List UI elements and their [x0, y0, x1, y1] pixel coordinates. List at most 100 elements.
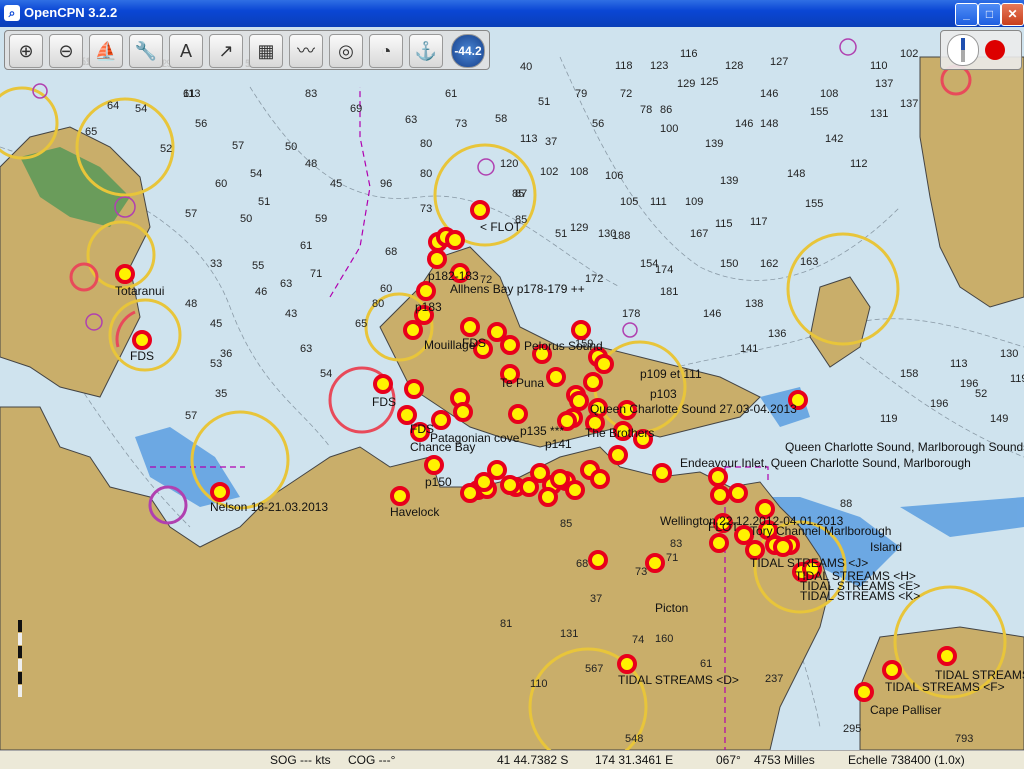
waypoint-marker — [487, 322, 507, 342]
waypoint-marker — [500, 475, 520, 495]
depth-sounding: 106 — [605, 170, 623, 182]
depth-sounding: 793 — [955, 733, 973, 745]
place-label: FDS — [130, 349, 154, 363]
depth-sounding: 96 — [380, 178, 392, 190]
waypoint-marker — [569, 391, 589, 411]
depth-sounding: 60 — [215, 178, 227, 190]
depth-sounding: 125 — [700, 76, 718, 88]
tide-icon[interactable]: ⚓ — [409, 34, 443, 68]
text-icon[interactable]: A — [169, 34, 203, 68]
place-label: Cape Palliser — [870, 703, 941, 717]
depth-sounding: 48 — [185, 298, 197, 310]
depth-sounding: 64 — [107, 100, 119, 112]
depth-sounding: 63 — [280, 278, 292, 290]
depth-sounding: 131 — [560, 628, 578, 640]
depth-sounding: 88 — [840, 498, 852, 510]
depth-sounding: 129 — [570, 222, 588, 234]
settings-icon[interactable]: 🔧 — [129, 34, 163, 68]
depth-sounding: 149 — [990, 413, 1008, 425]
depth-sounding: 109 — [685, 196, 703, 208]
waypoint-marker — [546, 367, 566, 387]
depth-sounding: 50 — [240, 213, 252, 225]
depth-sounding: 142 — [825, 133, 843, 145]
depth-sounding: 119 — [880, 413, 898, 425]
close-button[interactable]: ✕ — [1001, 3, 1024, 26]
depth-sounding: 116 — [680, 48, 698, 60]
depth-sounding: 102 — [540, 166, 558, 178]
depth-sounding: 61 — [700, 658, 712, 670]
depth-sounding: 85 — [560, 518, 572, 530]
depth-sounding: 129 — [677, 78, 695, 90]
track-icon[interactable]: 〰 — [289, 34, 323, 68]
chart-canvas[interactable]: 5952615756576465545254505148456057505961… — [0, 27, 1024, 750]
waypoint-marker — [373, 374, 393, 394]
place-label: p183 — [415, 300, 442, 314]
place-label: TIDAL STREAMS <J> — [750, 556, 868, 570]
depth-sounding: 295 — [843, 723, 861, 735]
minimize-button[interactable]: _ — [955, 3, 978, 26]
depth-sounding: 60 — [380, 283, 392, 295]
depth-sounding: 79 — [575, 88, 587, 100]
depth-sounding: 61 — [300, 240, 312, 252]
depth-sounding: 123 — [650, 60, 668, 72]
ship-icon[interactable]: ⛵ — [89, 34, 123, 68]
route-icon[interactable]: ↗ — [209, 34, 243, 68]
depth-sounding: 111 — [650, 196, 667, 208]
depth-sounding: 48 — [305, 158, 317, 170]
maximize-button[interactable]: □ — [978, 3, 1001, 26]
depth-sounding: 160 — [655, 633, 673, 645]
depth-sounding: 83 — [670, 538, 682, 550]
depth-sounding: 146 — [735, 118, 753, 130]
depth-sounding: 54 — [250, 168, 262, 180]
zoom-out-icon[interactable]: ⊖ — [49, 34, 83, 68]
depth-sounding: 128 — [725, 60, 743, 72]
place-label: TIDAL STREAMS <L> — [935, 668, 1024, 682]
scale-readout: Echelle 738400 (1.0x) — [848, 753, 965, 767]
waypoint-marker — [709, 533, 729, 553]
waypoint-marker — [937, 646, 957, 666]
depth-sounding: 138 — [745, 298, 763, 310]
depth-sounding: 174 — [655, 264, 673, 276]
depth-sounding: 113 — [950, 358, 968, 370]
depth-sounding: 87 — [515, 188, 527, 200]
depth-sounding: 35 — [215, 388, 227, 400]
waypoint-marker — [397, 405, 417, 425]
zoom-in-icon[interactable]: ⊕ — [9, 34, 43, 68]
depth-sounding: 113 — [520, 133, 538, 145]
depth-sounding: 59 — [315, 213, 327, 225]
depth-sounding: 155 — [810, 106, 828, 118]
status-bar: SOG --- kts COG ---° 41 44.7382 S 174 31… — [0, 750, 1024, 769]
compass-panel[interactable] — [940, 30, 1022, 70]
depth-sounding: 113 — [183, 88, 201, 100]
mob-icon[interactable]: ◎ — [329, 34, 363, 68]
depth-sounding: 148 — [760, 118, 778, 130]
waypoint-marker — [583, 372, 603, 392]
chart-icon[interactable]: ▦ — [249, 34, 283, 68]
place-label: Endeavour Inlet, Queen Charlotte Sound, … — [680, 456, 971, 470]
waypoint-marker — [652, 463, 672, 483]
depth-sounding: 61 — [445, 88, 457, 100]
place-label: TIDAL STREAMS <H> — [795, 569, 916, 583]
waypoint-marker — [115, 264, 135, 284]
depth-sounding: 139 — [705, 138, 723, 150]
depth-sounding: 117 — [750, 216, 768, 228]
depth-sounding: 68 — [385, 246, 397, 258]
depth-sounding: 65 — [355, 318, 367, 330]
dashboard-icon[interactable]: ◔ — [369, 34, 403, 68]
depth-sounding: 108 — [570, 166, 588, 178]
depth-sounding: 71 — [666, 552, 678, 564]
waypoint-marker — [538, 487, 558, 507]
depth-sounding: 43 — [285, 308, 297, 320]
ship-rate-button[interactable]: -44.2 — [451, 34, 485, 68]
depth-sounding: 196 — [930, 398, 948, 410]
place-label: Te Puna — [500, 376, 544, 390]
depth-sounding: 158 — [900, 368, 918, 380]
place-label: Pelorus Sound — [524, 339, 603, 353]
depth-sounding: 45 — [330, 178, 342, 190]
waypoint-marker — [390, 486, 410, 506]
depth-sounding: 150 — [720, 258, 738, 270]
depth-sounding: 131 — [870, 108, 888, 120]
depth-sounding: 56 — [195, 118, 207, 130]
waypoint-marker — [645, 553, 665, 573]
waypoint-marker — [519, 477, 539, 497]
